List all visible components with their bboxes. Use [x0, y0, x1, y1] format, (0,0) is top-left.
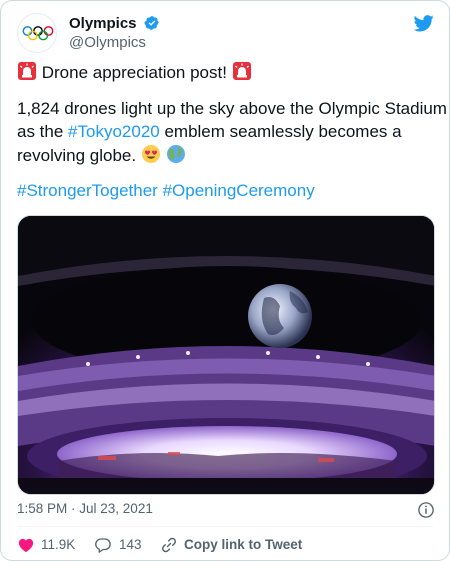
olympic-rings-icon	[22, 26, 54, 41]
avatar[interactable]	[17, 13, 57, 53]
tweet-text-span: as the	[17, 122, 69, 141]
like-count: 11.9K	[41, 537, 76, 552]
handle[interactable]: @Olympics	[69, 33, 160, 52]
heart-icon	[18, 538, 34, 553]
hashtags-line: #StrongerTogether #OpeningCeremony	[17, 179, 437, 203]
tweet-line-1-text: Drone appreciation post!	[41, 63, 227, 82]
timestamp[interactable]: 1:58 PM · Jul 23, 2021	[17, 501, 153, 516]
hashtag-link[interactable]: #OpeningCeremony	[163, 181, 315, 200]
like-button[interactable]: 11.9K	[17, 535, 77, 555]
rotating-light-icon	[232, 62, 251, 80]
heart-eyes-emoji-icon	[141, 144, 160, 163]
divider	[17, 526, 433, 527]
tweet-text-span: emblem seamlessly becomes a	[159, 122, 402, 141]
rotating-light-icon	[18, 62, 36, 80]
copy-link-button[interactable]: Copy link to Tweet	[160, 535, 303, 555]
display-name[interactable]: Olympics	[69, 14, 137, 33]
globe-emoji-icon	[166, 144, 185, 163]
tweet-line-1: Drone appreciation post!	[17, 61, 437, 85]
tweet-line: 1,824 drones light up the sky above the …	[17, 98, 447, 118]
tweet-header: Olympics @Olympics	[17, 13, 435, 53]
reply-icon	[95, 538, 111, 553]
tweet-text: Drone appreciation post! 1,824 drones li…	[17, 61, 447, 203]
reply-button[interactable]: 143	[94, 535, 154, 555]
hashtag-link[interactable]: #StrongerTogether	[17, 181, 158, 200]
reply-count: 143	[119, 537, 142, 552]
tweet-photo[interactable]	[17, 215, 435, 495]
tweet-card: Olympics @Olympics Drone appreciation po…	[0, 0, 450, 561]
copy-link-label: Copy link to Tweet	[184, 537, 303, 552]
twitter-bird-icon[interactable]	[413, 13, 435, 33]
verified-badge-icon	[144, 15, 159, 30]
tweet-line: as the #Tokyo2020 emblem seamlessly beco…	[17, 120, 437, 144]
tweet-line: revolving globe.	[17, 144, 437, 168]
info-icon[interactable]	[417, 501, 435, 519]
tweet-text-span: revolving globe.	[17, 145, 137, 165]
tweet-paragraph-2: 1,824 drones light up the sky above the …	[17, 97, 447, 168]
stadium-drone-photo	[18, 216, 434, 494]
link-icon	[162, 537, 176, 553]
hashtag-link[interactable]: #Tokyo2020	[68, 122, 160, 141]
tweet-meta: 1:58 PM · Jul 23, 2021	[17, 501, 435, 521]
account-names: Olympics @Olympics	[69, 14, 160, 52]
